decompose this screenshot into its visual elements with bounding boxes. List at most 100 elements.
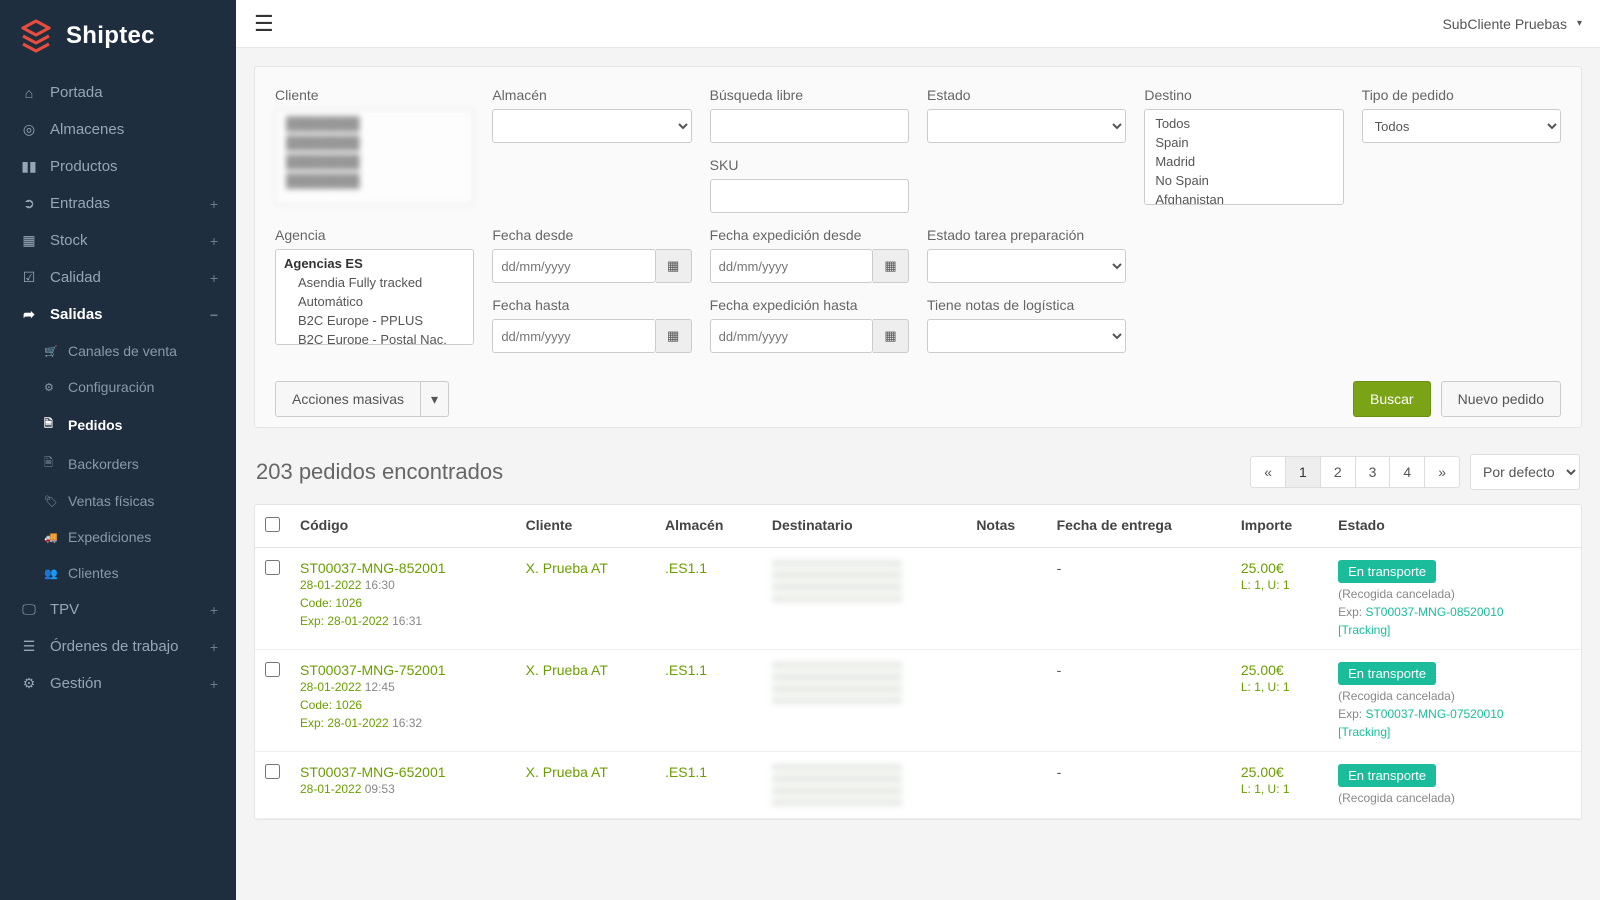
page-4[interactable]: 4 [1389, 456, 1425, 488]
expand-icon[interactable]: + [210, 233, 218, 249]
expand-icon[interactable]: + [210, 602, 218, 618]
nav-tpv[interactable]: 🖵TPV+ [0, 591, 236, 628]
new-order-button[interactable]: Nuevo pedido [1441, 381, 1561, 417]
collapse-icon[interactable]: − [210, 307, 218, 323]
nav-salidas[interactable]: ➦Salidas− [0, 296, 236, 333]
almacen-link[interactable]: .ES1.1 [655, 548, 762, 650]
fecha-desde-label: Fecha desde [492, 227, 691, 243]
fecha-exp-desde-input[interactable] [710, 249, 873, 283]
calendar-icon[interactable]: ▦ [656, 249, 692, 283]
nav-sub-ventas[interactable]: 🏷Ventas físicas [0, 483, 236, 519]
nav-ordenes[interactable]: ☰Órdenes de trabajo+ [0, 628, 236, 665]
almacen-select[interactable] [492, 109, 691, 143]
page-next[interactable]: » [1424, 456, 1460, 488]
th-cliente: Cliente [516, 505, 655, 548]
destino-select[interactable]: Todos Spain Madrid No Spain Afghanistan [1144, 109, 1343, 205]
bulk-actions-button[interactable]: Acciones masivas [275, 381, 421, 417]
nav-almacenes[interactable]: ◎Almacenes [0, 111, 236, 148]
cliente-link[interactable]: X. Prueba AT [516, 650, 655, 752]
th-destinatario: Destinatario [762, 505, 966, 548]
expand-icon[interactable]: + [210, 639, 218, 655]
filter-panel: Cliente ████████████████████████████████… [254, 66, 1582, 428]
nav-portada[interactable]: ⌂Portada [0, 74, 236, 111]
exp-link[interactable]: ST00037-MNG-07520010 [1365, 707, 1503, 721]
status-exp: Exp: ST00037-MNG-08520010 [1338, 605, 1571, 619]
exp-link[interactable]: ST00037-MNG-08520010 [1365, 605, 1503, 619]
order-code-link[interactable]: ST00037-MNG-852001 [300, 560, 506, 576]
sidebar: Shiptec ⌂Portada ◎Almacenes ▮▮Productos … [0, 0, 236, 900]
tracking-link[interactable]: [Tracking] [1338, 725, 1390, 739]
row-checkbox[interactable] [265, 764, 280, 779]
nav-entradas[interactable]: ➲Entradas+ [0, 185, 236, 222]
order-code-link[interactable]: ST00037-MNG-652001 [300, 764, 506, 780]
nav-calidad[interactable]: ☑Calidad+ [0, 259, 236, 296]
status-badge: En transporte [1338, 662, 1436, 685]
fecha-entrega-cell: - [1047, 752, 1231, 819]
nav-gestion[interactable]: ⚙Gestión+ [0, 665, 236, 702]
bulk-actions-caret[interactable]: ▾ [421, 381, 449, 417]
nav-sub-canales[interactable]: 🛒Canales de venta [0, 333, 236, 369]
nav-productos[interactable]: ▮▮Productos [0, 148, 236, 185]
expand-icon[interactable]: + [210, 196, 218, 212]
orders-table: Código Cliente Almacén Destinatario Nota… [255, 505, 1581, 819]
nav-sub-clientes[interactable]: 👥Clientes [0, 555, 236, 591]
fecha-exp-desde-label: Fecha expedición desde [710, 227, 909, 243]
order-exp-date: Exp: 28-01-2022 16:32 [300, 714, 506, 732]
nav-sub-pedidos[interactable]: 🗎Pedidos [0, 405, 236, 444]
page-1[interactable]: 1 [1285, 456, 1321, 488]
sort-select[interactable]: Por defecto [1470, 454, 1580, 490]
sku-input[interactable] [710, 179, 909, 213]
almacen-link[interactable]: .ES1.1 [655, 752, 762, 819]
fecha-desde-input[interactable] [492, 249, 655, 283]
nav-sub-backorders[interactable]: 🗎Backorders [0, 444, 236, 483]
logo-icon [18, 18, 54, 54]
tracking-link[interactable]: [Tracking] [1338, 623, 1390, 637]
page-2[interactable]: 2 [1320, 456, 1356, 488]
agencia-select[interactable]: Agencias ES Asendia Fully tracked Automá… [275, 249, 474, 345]
select-all-checkbox[interactable] [265, 517, 280, 532]
calendar-icon[interactable]: ▦ [873, 319, 909, 353]
estado-tarea-label: Estado tarea preparación [927, 227, 1126, 243]
calendar-icon[interactable]: ▦ [656, 319, 692, 353]
hamburger-icon[interactable]: ☰ [254, 11, 274, 37]
fecha-exp-hasta-input[interactable] [710, 319, 873, 353]
tag-icon: 🏷 [44, 495, 58, 508]
destinatario-blur [772, 764, 902, 806]
expand-icon[interactable]: + [210, 676, 218, 692]
home-icon: ⌂ [20, 85, 38, 101]
fecha-hasta-input[interactable] [492, 319, 655, 353]
estado-tarea-select[interactable] [927, 249, 1126, 283]
cliente-link[interactable]: X. Prueba AT [516, 752, 655, 819]
status-recogida: (Recogida cancelada) [1338, 587, 1571, 601]
tiene-notas-select[interactable] [927, 319, 1126, 353]
brand-logo[interactable]: Shiptec [0, 12, 236, 60]
order-code-link[interactable]: ST00037-MNG-752001 [300, 662, 506, 678]
order-exp-date: Exp: 28-01-2022 16:31 [300, 612, 506, 630]
user-menu[interactable]: SubCliente Pruebas [1442, 16, 1582, 32]
nav-sub-expediciones[interactable]: 🚚Expediciones [0, 519, 236, 555]
cliente-link[interactable]: X. Prueba AT [516, 548, 655, 650]
th-notas: Notas [966, 505, 1046, 548]
expand-icon[interactable]: + [210, 270, 218, 286]
page-3[interactable]: 3 [1355, 456, 1391, 488]
tipo-pedido-label: Tipo de pedido [1362, 87, 1561, 103]
calendar-icon[interactable]: ▦ [873, 249, 909, 283]
nav-sub-configuracion[interactable]: ⚙Configuración [0, 369, 236, 405]
tipo-pedido-select[interactable]: Todos [1362, 109, 1561, 143]
row-checkbox[interactable] [265, 560, 280, 575]
search-button[interactable]: Buscar [1353, 381, 1431, 417]
cliente-select[interactable]: ████████████████████████████████ [275, 109, 474, 205]
busqueda-input[interactable] [710, 109, 909, 143]
row-checkbox[interactable] [265, 662, 280, 677]
th-almacen: Almacén [655, 505, 762, 548]
page-prev[interactable]: « [1250, 456, 1286, 488]
monitor-icon: 🖵 [20, 601, 38, 618]
results-count: 203 pedidos encontrados [256, 459, 503, 485]
order-date: 28-01-2022 09:53 [300, 780, 506, 798]
estado-select[interactable] [927, 109, 1126, 143]
fecha-entrega-cell: - [1047, 650, 1231, 752]
nav-stock[interactable]: ▦Stock+ [0, 222, 236, 259]
status-recogida: (Recogida cancelada) [1338, 689, 1571, 703]
almacen-link[interactable]: .ES1.1 [655, 650, 762, 752]
truck-icon: 🚚 [44, 531, 58, 544]
